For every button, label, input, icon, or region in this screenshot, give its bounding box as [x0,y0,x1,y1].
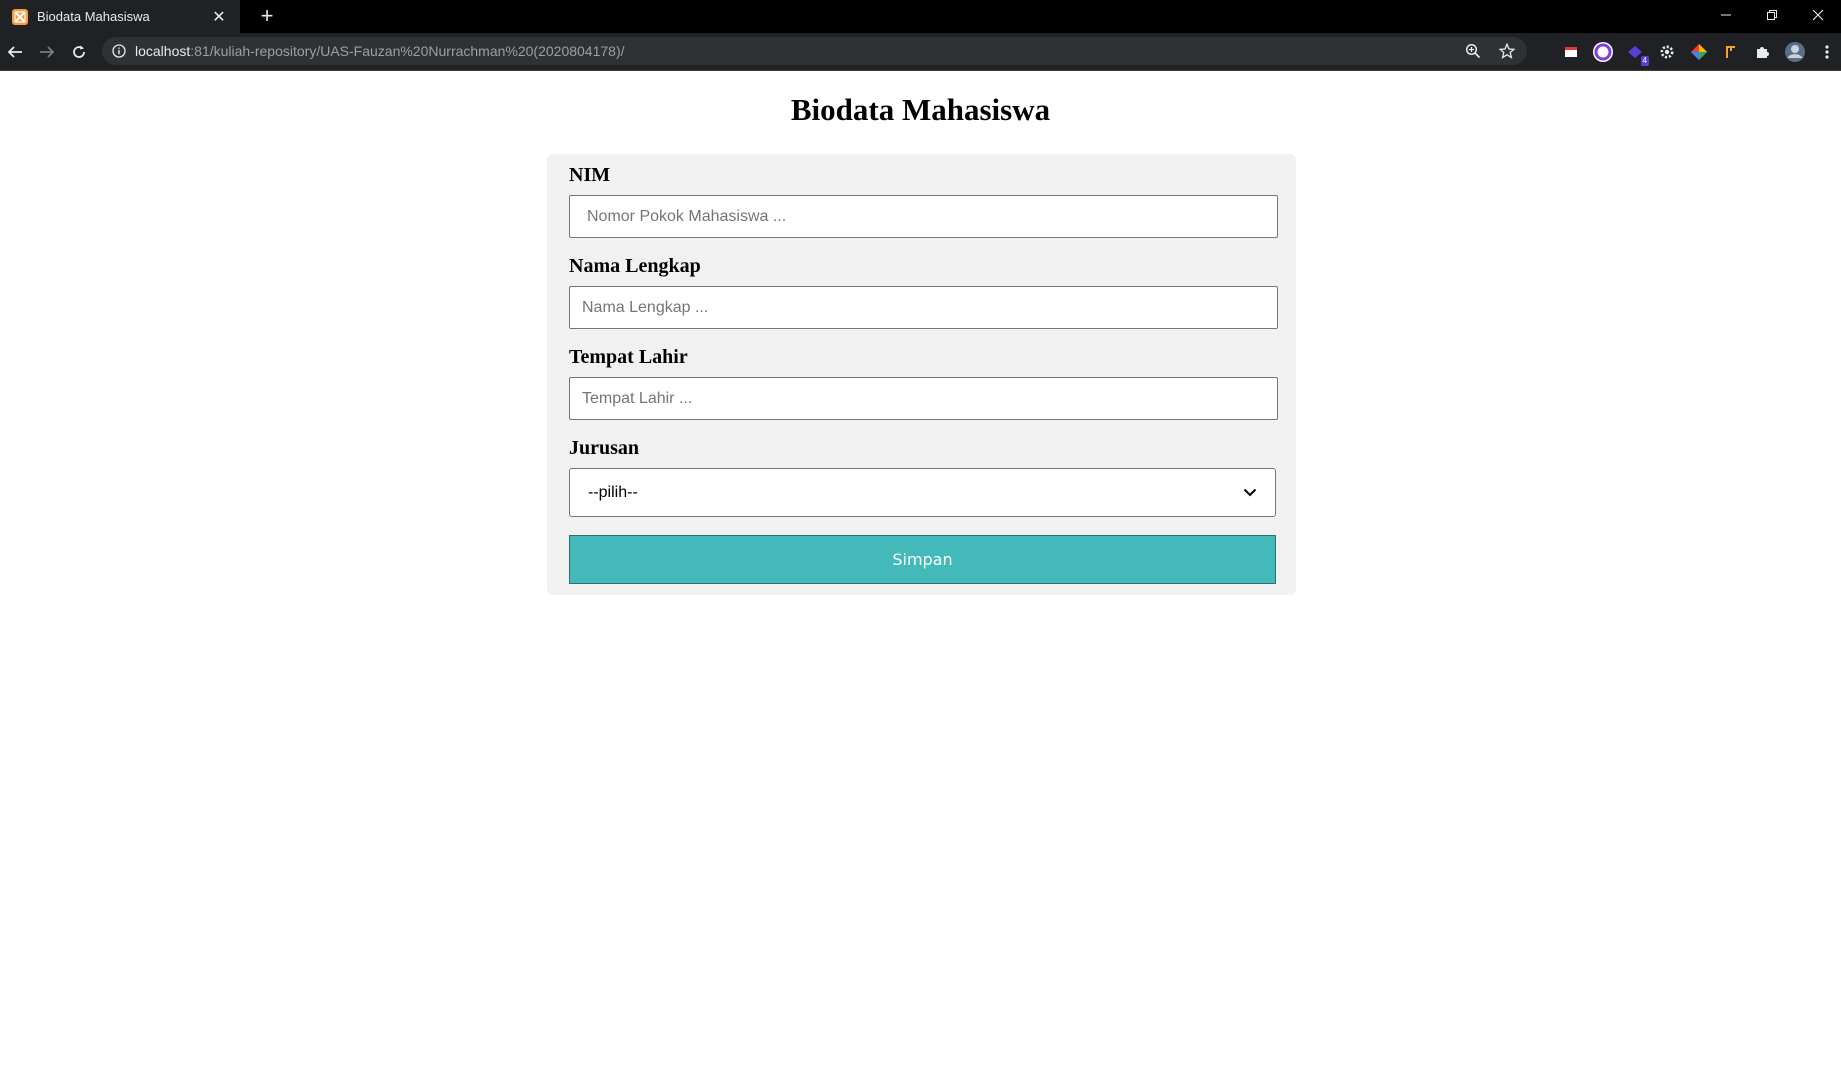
chevron-down-icon [1243,488,1257,498]
extension-ring-icon[interactable] [1592,41,1614,63]
tempat-lahir-label: Tempat Lahir [569,346,688,368]
tab-title: Biodata Mahasiswa [37,9,150,24]
tab-close-icon[interactable]: ✕ [210,7,228,27]
url-host: localhost [135,43,191,59]
puzzle-icon[interactable] [1752,41,1774,63]
url-path: :81/kuliah-repository/UAS-Fauzan%20Nurra… [190,43,625,59]
browser-tab-active[interactable]: Biodata Mahasiswa ✕ [0,0,240,33]
extension-card-icon[interactable] [1560,41,1582,63]
reload-icon[interactable] [65,38,93,66]
extension-flag-icon[interactable] [1720,41,1742,63]
kebab-menu-icon[interactable] [1816,41,1838,63]
simpan-button[interactable]: Simpan [569,535,1276,584]
minimize-icon[interactable] [1703,0,1749,30]
jurusan-select[interactable]: --pilih-- [569,468,1276,517]
star-icon[interactable] [1497,41,1517,61]
extensions-area: 4 [1560,41,1838,66]
back-arrow-icon[interactable] [1,38,29,66]
forward-arrow-icon[interactable] [33,38,61,66]
tempat-lahir-input[interactable] [569,377,1278,420]
zoom-icon[interactable] [1463,41,1483,61]
jurusan-selected-value: --pilih-- [588,483,638,501]
info-icon[interactable] [111,43,127,59]
browser-tab-strip: Biodata Mahasiswa ✕ + [0,0,1841,33]
nama-lengkap-label: Nama Lengkap [569,255,701,277]
gear-icon[interactable] [1656,41,1678,63]
biodata-form: NIM Nama Lengkap Tempat Lahir Jurusan --… [547,154,1296,595]
xampp-favicon-icon [12,8,28,25]
close-window-icon[interactable] [1795,0,1841,30]
window-controls [1703,0,1841,30]
browser-toolbar: localhost:81/kuliah-repository/UAS-Fauza… [0,33,1841,71]
nim-input[interactable] [569,195,1278,238]
nim-label: NIM [569,164,611,186]
extension-badge: 4 [1640,56,1649,66]
url-text: localhost:81/kuliah-repository/UAS-Fauza… [135,43,625,59]
nama-lengkap-input[interactable] [569,286,1278,329]
address-bar[interactable]: localhost:81/kuliah-repository/UAS-Fauza… [102,37,1527,65]
color-picker-icon[interactable] [1688,41,1710,63]
restore-icon[interactable] [1749,0,1795,30]
page-title: Biodata Mahasiswa [790,92,1051,127]
new-tab-button[interactable]: + [254,4,280,30]
profile-avatar-icon[interactable] [1784,41,1806,63]
extension-wallet-icon[interactable]: 4 [1624,41,1649,66]
jurusan-label: Jurusan [569,437,640,459]
